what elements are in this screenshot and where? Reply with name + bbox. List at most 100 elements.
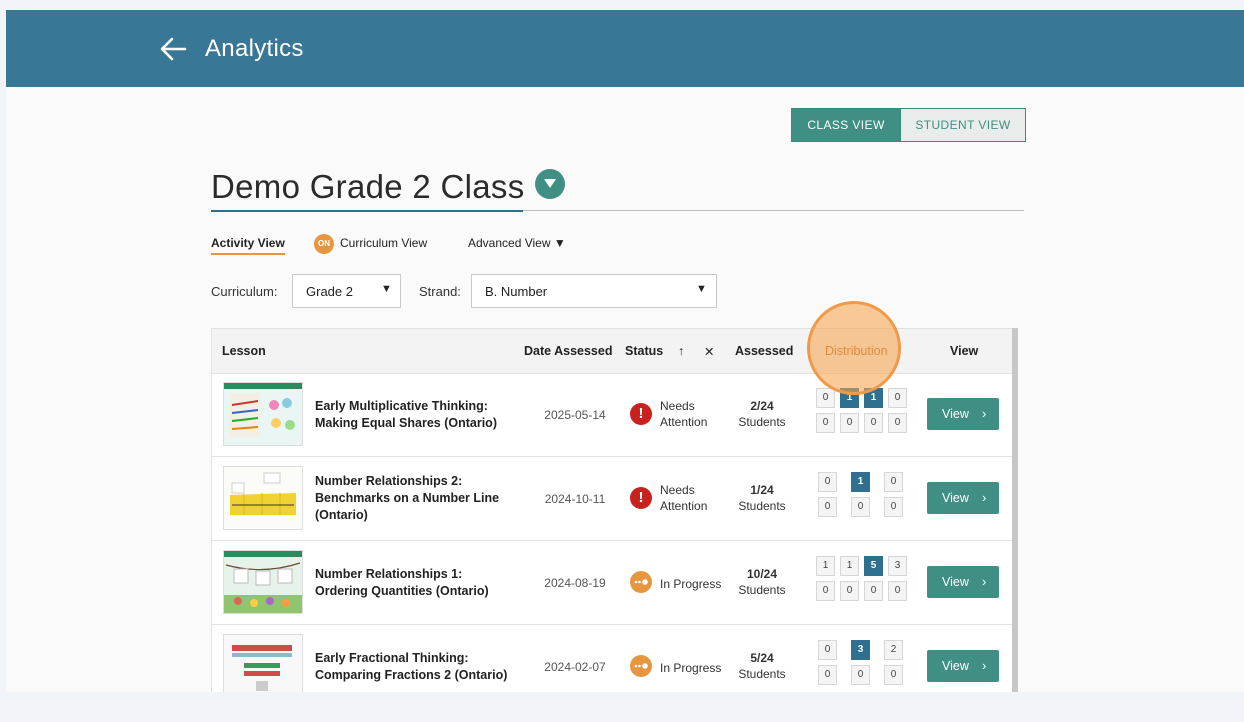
class-dropdown-button[interactable] [535,169,565,199]
view-button-label: View [942,659,969,673]
assessed-value: 2/24 [750,399,774,413]
lesson-thumbnail[interactable] [223,550,303,614]
col-status[interactable]: Status [625,344,663,358]
view-button-label: View [942,575,969,589]
date-assessed: 2024-08-19 [544,576,606,590]
col-distribution[interactable]: Distribution [825,344,888,358]
col-date-assessed[interactable]: Date Assessed [524,344,612,358]
assessed-unit: Students [738,499,786,513]
class-name-underline [211,210,523,212]
top-bar: Analytics [6,10,1244,87]
caret-down-icon [544,179,556,188]
lesson-thumbnail[interactable] [223,382,303,446]
dist-cell: 0 [888,388,907,408]
dist-cell: 0 [884,665,903,685]
class-view-button[interactable]: CLASS VIEW [792,109,900,141]
curriculum-on-badge[interactable]: ON [314,234,334,254]
col-lesson: Lesson [222,344,266,358]
assessed-count: 1/24 Students [732,482,792,514]
dist-cell: 0 [851,665,870,685]
assessed-value: 1/24 [750,483,774,497]
dist-cell: 0 [818,665,837,685]
view-lesson-button[interactable]: View › [927,650,999,682]
dist-cell: 3 [888,556,907,576]
dist-cell: 0 [840,413,859,433]
lessons-table: Lesson Date Assessed Status ↑ ✕ Assessed… [211,328,1014,692]
dist-cell: 0 [818,640,837,660]
dist-cell: 1 [840,556,859,576]
dist-cell: 0 [816,388,835,408]
status-text: Needs Attention [660,399,708,429]
dist-cell: 1 [864,388,883,408]
alert-icon: ! [630,487,652,509]
dist-cell: 0 [818,497,837,517]
lesson-name[interactable]: Number Relationships 2: Benchmarks on a … [315,473,515,524]
assessed-count: 2/24 Students [732,398,792,430]
caret-down-icon: ▼ [696,283,707,295]
date-assessed: 2025-05-14 [544,408,606,422]
dist-cell: 0 [864,581,883,601]
divider [523,210,1024,211]
assessed-value: 10/24 [746,567,778,581]
strand-select[interactable]: B. Number ▼ [471,274,717,308]
clear-sort-icon[interactable]: ✕ [704,344,714,359]
dist-cell: 0 [840,581,859,601]
dist-cell: 1 [816,556,835,576]
dist-cell: 0 [818,472,837,492]
assessed-unit: Students [738,415,786,429]
caret-down-icon: ▼ [381,283,392,295]
status-text: Needs Attention [660,483,708,513]
lesson-thumbnail[interactable] [223,466,303,530]
chevron-right-icon: › [982,406,987,421]
in-progress-icon [630,655,652,677]
assessed-unit: Students [738,583,786,597]
assessed-value: 5/24 [750,651,774,665]
table-row: Early Fractional Thinking: Comparing Fra… [212,625,1013,692]
dist-cell: 1 [851,472,870,492]
dist-cell: 0 [816,581,835,601]
dist-cell: 2 [884,640,903,660]
curriculum-select[interactable]: Grade 2 ▼ [292,274,401,308]
curriculum-label: Curriculum: [211,284,278,299]
lesson-name[interactable]: Number Relationships 1: Ordering Quantit… [315,566,515,600]
lesson-thumbnail[interactable] [223,634,303,692]
dist-cell: 0 [851,497,870,517]
dist-cell: 0 [884,472,903,492]
view-lesson-button[interactable]: View › [927,482,999,514]
dist-cell: 0 [884,497,903,517]
view-toggle: CLASS VIEW STUDENT VIEW [791,108,1026,142]
strand-value: B. Number [485,284,548,299]
col-view: View [950,344,979,358]
dist-cell: 3 [851,640,870,660]
status-text: In Progress [660,661,722,675]
view-lesson-button[interactable]: View › [927,566,999,598]
student-view-button[interactable]: STUDENT VIEW [900,109,1025,141]
app-frame: Analytics CLASS VIEW STUDENT VIEW Demo G… [6,10,1244,692]
page-title: Analytics [205,35,304,62]
back-arrow-icon[interactable] [159,36,187,62]
dist-cell: 5 [864,556,883,576]
chevron-right-icon: › [982,574,987,589]
lesson-name[interactable]: Early Multiplicative Thinking: Making Eq… [315,398,515,432]
col-assessed[interactable]: Assessed [735,344,793,358]
tab-advanced-view[interactable]: Advanced View ▼ [468,236,566,250]
view-lesson-button[interactable]: View › [927,398,999,430]
dist-cell: 0 [888,581,907,601]
class-name: Demo Grade 2 Class [211,168,525,205]
lesson-name[interactable]: Early Fractional Thinking: Comparing Fra… [315,650,515,684]
strand-label: Strand: [419,284,461,299]
tab-activity-view[interactable]: Activity View [211,236,285,255]
date-assessed: 2024-02-07 [544,660,606,674]
status-text: In Progress [660,577,722,591]
view-button-label: View [942,407,969,421]
dist-cell: 1 [840,388,859,408]
sort-ascending-icon[interactable]: ↑ [678,344,684,358]
view-button-label: View [942,491,969,505]
tab-curriculum-view[interactable]: Curriculum View [340,236,427,250]
dist-cell: 0 [888,413,907,433]
chevron-right-icon: › [982,490,987,505]
table-scrollbar[interactable] [1012,328,1018,692]
dist-cell: 0 [864,413,883,433]
table-row: Early Multiplicative Thinking: Making Eq… [212,373,1013,457]
assessed-count: 5/24 Students [732,650,792,682]
